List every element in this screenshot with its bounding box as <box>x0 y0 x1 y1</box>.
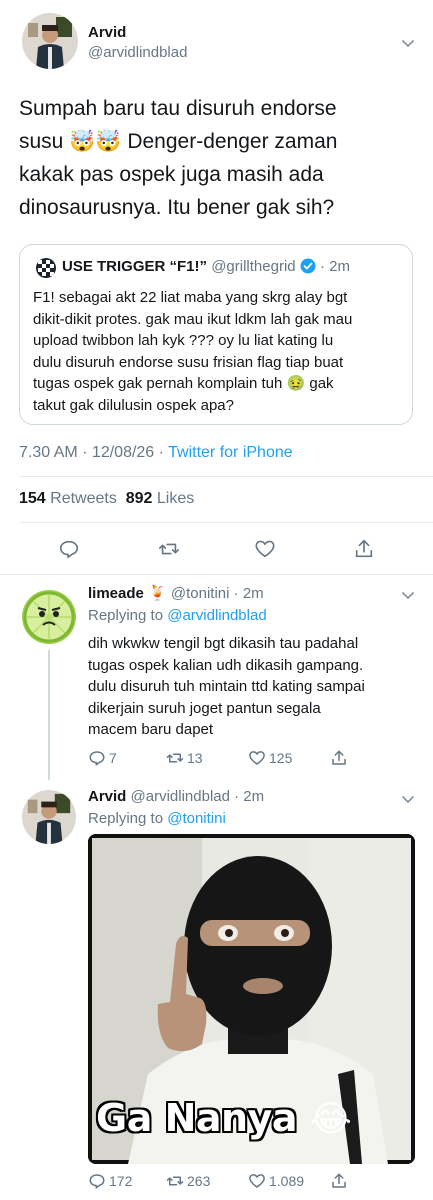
avatar-limeade[interactable] <box>22 590 76 644</box>
verified-badge-icon <box>300 258 316 278</box>
reply1-reply-button[interactable]: 7 <box>88 749 117 767</box>
tropical-drink-emoji: 🍹 <box>148 585 167 602</box>
retweets-count[interactable]: 154 <box>19 490 46 507</box>
retweets-label[interactable]: Retweets <box>50 490 117 507</box>
quoted-author-handle[interactable]: @grillthegrid <box>211 258 295 275</box>
reply1-retweet-button[interactable]: 13 <box>166 749 203 767</box>
thread-line <box>48 650 50 780</box>
quoted-author-name[interactable]: USE TRIGGER “F1!” <box>62 258 207 275</box>
reply-line: dulu disuruh tuh mintain ttd kating samp… <box>88 678 365 695</box>
reply1-mention-link[interactable]: @arvidlindblad <box>167 607 266 624</box>
retweet-icon[interactable] <box>158 538 180 565</box>
tweet-line: Sumpah baru tau disuruh endorse <box>19 97 337 120</box>
reply1-like-button[interactable]: 125 <box>248 749 292 767</box>
reply2-author-name[interactable]: Arvid <box>88 788 126 805</box>
like-icon <box>249 751 265 765</box>
reply-line: tugas ospek kalian udh dikasih gampang. <box>88 656 364 674</box>
avatar-arvid[interactable] <box>22 13 78 69</box>
tweet-text: Sumpah baru tau disuruh endorse susu 🤯🤯 … <box>19 92 419 224</box>
quoted-line: dulu disuruh endorse susu frisian flag t… <box>33 353 344 371</box>
reply2-reply-button[interactable]: 172 <box>88 1172 132 1190</box>
reply2-header: Arvid @arvidlindblad · 2m <box>88 788 264 805</box>
divider <box>19 522 433 523</box>
reply1-time: · 2m <box>233 585 264 602</box>
reply2-mention-link[interactable]: @tonitini <box>167 810 226 827</box>
reply-icon <box>89 751 105 766</box>
reply1-author-handle[interactable]: @tonitini <box>171 585 230 602</box>
author-name[interactable]: Arvid <box>88 24 126 41</box>
reply1-author-name[interactable]: limeade <box>88 585 148 602</box>
meme-image[interactable]: Ga Nanya 😂 <box>88 834 415 1164</box>
like-icon <box>249 1174 265 1188</box>
reply1-like-count: 125 <box>269 750 293 766</box>
quoted-line: tugas ospek gak pernah komplain tuh 🤢 ga… <box>33 375 334 392</box>
retweet-icon <box>166 1176 184 1186</box>
divider <box>0 574 433 575</box>
share-icon[interactable] <box>353 538 375 565</box>
reply1-retweet-count: 13 <box>187 750 203 766</box>
quoted-line: takut gak dilulusin ospek apa? <box>33 396 234 414</box>
quoted-header: USE TRIGGER “F1!” @grillthegrid · 2m <box>62 258 350 278</box>
reply-icon <box>89 1174 105 1189</box>
author-handle[interactable]: @arvidlindblad <box>88 44 187 61</box>
reply2-replying-to: Replying to @tonitini <box>88 810 226 827</box>
likes-label[interactable]: Likes <box>157 490 194 507</box>
reply2-reply-count: 172 <box>109 1173 133 1189</box>
reply-icon[interactable] <box>58 538 80 565</box>
quoted-tweet-card[interactable]: USE TRIGGER “F1!” @grillthegrid · 2m F1!… <box>19 244 413 425</box>
engagement-counts: 154 Retweets 892 Likes <box>19 490 194 508</box>
chevron-down-icon[interactable] <box>399 790 417 813</box>
meme-caption: Ga Nanya 😂 <box>96 1096 352 1140</box>
like-icon[interactable] <box>254 538 276 565</box>
tweet-line: kakak pas ospek juga masih ada <box>19 163 324 186</box>
reply-line: macem baru dapet <box>88 721 214 738</box>
reply2-author-handle[interactable]: @arvidlindblad <box>131 788 230 805</box>
nauseated-emoji: 🤢 <box>286 375 306 392</box>
divider <box>19 476 433 477</box>
quoted-time: · 2m <box>319 258 350 275</box>
share-icon[interactable] <box>330 749 348 772</box>
mind-blown-emoji: 🤯🤯 <box>69 130 122 153</box>
tweet-timestamp: 7.30 AM · 12/08/26 · Twitter for iPhone <box>19 444 293 461</box>
chevron-down-icon[interactable] <box>399 34 417 57</box>
quoted-line: F1! sebagai akt 22 liat maba yang skrg a… <box>33 289 348 306</box>
quoted-line: upload twibbon lah kyk ??? oy lu liat ka… <box>33 332 334 349</box>
quoted-avatar <box>36 258 56 278</box>
reply2-like-count: 1.089 <box>269 1173 305 1189</box>
retweet-icon <box>166 753 184 763</box>
tweet-source-link[interactable]: Twitter for iPhone <box>168 444 293 461</box>
reply2-retweet-button[interactable]: 263 <box>166 1172 210 1190</box>
chevron-down-icon[interactable] <box>399 586 417 609</box>
likes-count[interactable]: 892 <box>126 490 153 507</box>
tweet-line: susu 🤯🤯 Denger-denger zaman <box>19 130 338 153</box>
reply-line: dikerjain suruh joget pantun segala <box>88 699 321 717</box>
quoted-line: dikit-dikit protes. gak mau ikut ldkm la… <box>33 310 353 328</box>
reply1-text: dih wkwkw tengil bgt dikasih tau padahal… <box>88 633 418 741</box>
tweet-line: dinosaurusnya. Itu bener gak sih? <box>19 196 335 219</box>
share-icon[interactable] <box>330 1172 348 1195</box>
reply2-time: · 2m <box>234 788 265 805</box>
quoted-text: F1! sebagai akt 22 liat maba yang skrg a… <box>33 287 409 416</box>
reply2-like-button[interactable]: 1.089 <box>248 1172 304 1190</box>
reply2-retweet-count: 263 <box>187 1173 211 1189</box>
reply1-replying-to: Replying to @arvidlindblad <box>88 607 267 624</box>
reply1-header: limeade 🍹 @tonitini · 2m <box>88 584 264 602</box>
laughing-emoji: 😂 <box>309 1099 352 1140</box>
reply1-reply-count: 7 <box>109 750 117 766</box>
avatar-arvid-reply[interactable] <box>22 790 76 844</box>
reply-line: dih wkwkw tengil bgt dikasih tau padahal <box>88 635 359 652</box>
